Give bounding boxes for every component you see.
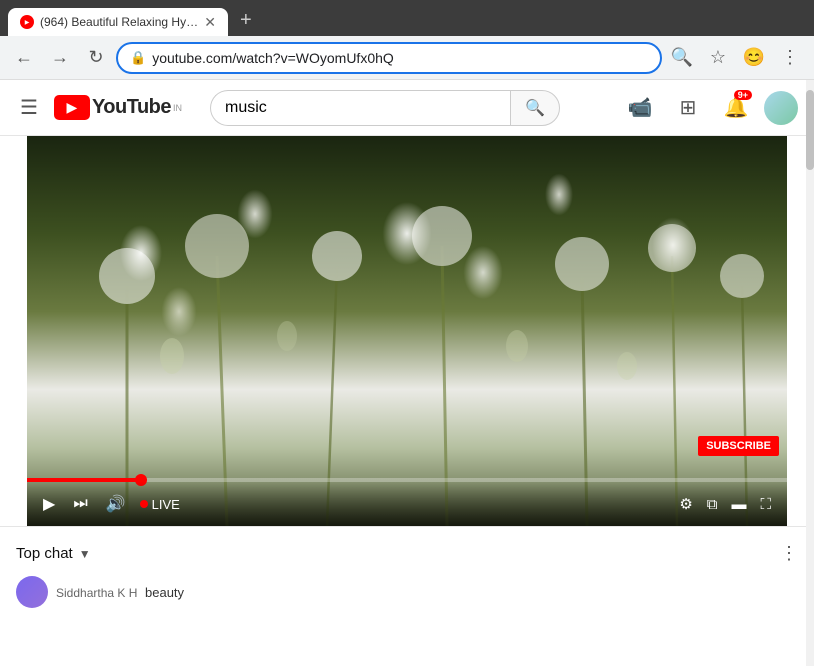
subscribe-button[interactable]: SUBSCRIBE [698,436,779,456]
youtube-logo[interactable]: YouTubeIN [54,95,182,120]
browser-window: (964) Beautiful Relaxing Hymns... ✕ + ← … [0,0,814,666]
message-author: Siddhartha K H [56,586,137,600]
video-player[interactable]: SUBSCRIBE ▶ ⏭ 🔊 LIVE ⚙ [27,136,787,526]
browser-menu-icon[interactable]: ⋮ [774,42,806,74]
address-bar[interactable]: 🔒 youtube.com/watch?v=WOyomUfx0hQ [116,42,662,74]
new-tab-button[interactable]: + [232,5,260,36]
back-button[interactable]: ← [8,42,40,74]
notifications-button[interactable]: 🔔 9+ [716,88,756,128]
tab-favicon [20,15,34,29]
scrollbar[interactable] [806,80,814,666]
video-create-button[interactable]: 📹 [620,88,660,128]
youtube-header: ☰ YouTubeIN 🔍 📹 ⊞ 🔔 9+ [0,80,814,136]
message-content: Siddhartha K H beauty [56,585,184,600]
hamburger-menu[interactable]: ☰ [16,91,42,124]
chat-more-button[interactable]: ⋮ [780,543,798,564]
user-avatar[interactable] [764,91,798,125]
address-text: youtube.com/watch?v=WOyomUfx0hQ [152,50,648,66]
search-button[interactable]: 🔍 [510,90,560,126]
video-controls: ▶ ⏭ 🔊 LIVE ⚙ ⧉ ▬ ⛶ [27,482,787,526]
tab-close-icon[interactable]: ✕ [204,14,216,31]
chat-title-area[interactable]: Top chat ▼ [16,545,91,562]
browser-avatar[interactable]: 😊 [738,42,770,74]
tab-title: (964) Beautiful Relaxing Hymns... [40,15,198,29]
search-bar: 🔍 [210,90,560,126]
scrollbar-thumb[interactable] [806,90,814,170]
active-tab[interactable]: (964) Beautiful Relaxing Hymns... ✕ [8,8,228,36]
bookmark-icon[interactable]: ☆ [702,42,734,74]
video-section: SUBSCRIBE ▶ ⏭ 🔊 LIVE ⚙ [0,136,814,526]
chat-title-text: Top chat [16,545,73,562]
volume-button[interactable]: 🔊 [102,490,130,518]
chat-message: Siddhartha K H beauty [16,572,798,612]
message-text: beauty [145,585,184,600]
nav-bar: ← → ↻ 🔒 youtube.com/watch?v=WOyomUfx0hQ … [0,36,814,80]
tab-bar: (964) Beautiful Relaxing Hymns... ✕ + [0,0,814,36]
live-badge: LIVE [140,497,180,512]
live-dot [140,500,148,508]
yt-country-badge: IN [173,103,182,113]
settings-button[interactable]: ⚙ [675,491,696,517]
skip-button[interactable]: ⏭ [69,491,91,517]
theatre-button[interactable]: ▬ [727,492,750,517]
chat-section: Top chat ▼ ⋮ Siddhartha K H beauty [0,526,814,628]
chat-header: Top chat ▼ ⋮ [16,543,798,564]
chat-dropdown-icon: ▼ [79,547,91,561]
live-label: LIVE [152,497,180,512]
play-button[interactable]: ▶ [39,490,59,518]
commenter-avatar [16,576,48,608]
apps-button[interactable]: ⊞ [668,88,708,128]
youtube-page: ☰ YouTubeIN 🔍 📹 ⊞ 🔔 9+ [0,80,814,666]
search-input[interactable] [210,90,510,126]
fullscreen-button[interactable]: ⛶ [756,492,775,517]
miniplayer-button[interactable]: ⧉ [703,492,722,517]
reload-button[interactable]: ↻ [80,42,112,74]
yt-logo-icon [54,95,90,120]
video-thumbnail [27,136,787,526]
yt-logo-text: YouTube [92,96,171,119]
notification-badge: 9+ [734,90,752,100]
forward-button[interactable]: → [44,42,76,74]
browser-search-icon[interactable]: 🔍 [666,42,698,74]
lock-icon: 🔒 [130,50,146,66]
